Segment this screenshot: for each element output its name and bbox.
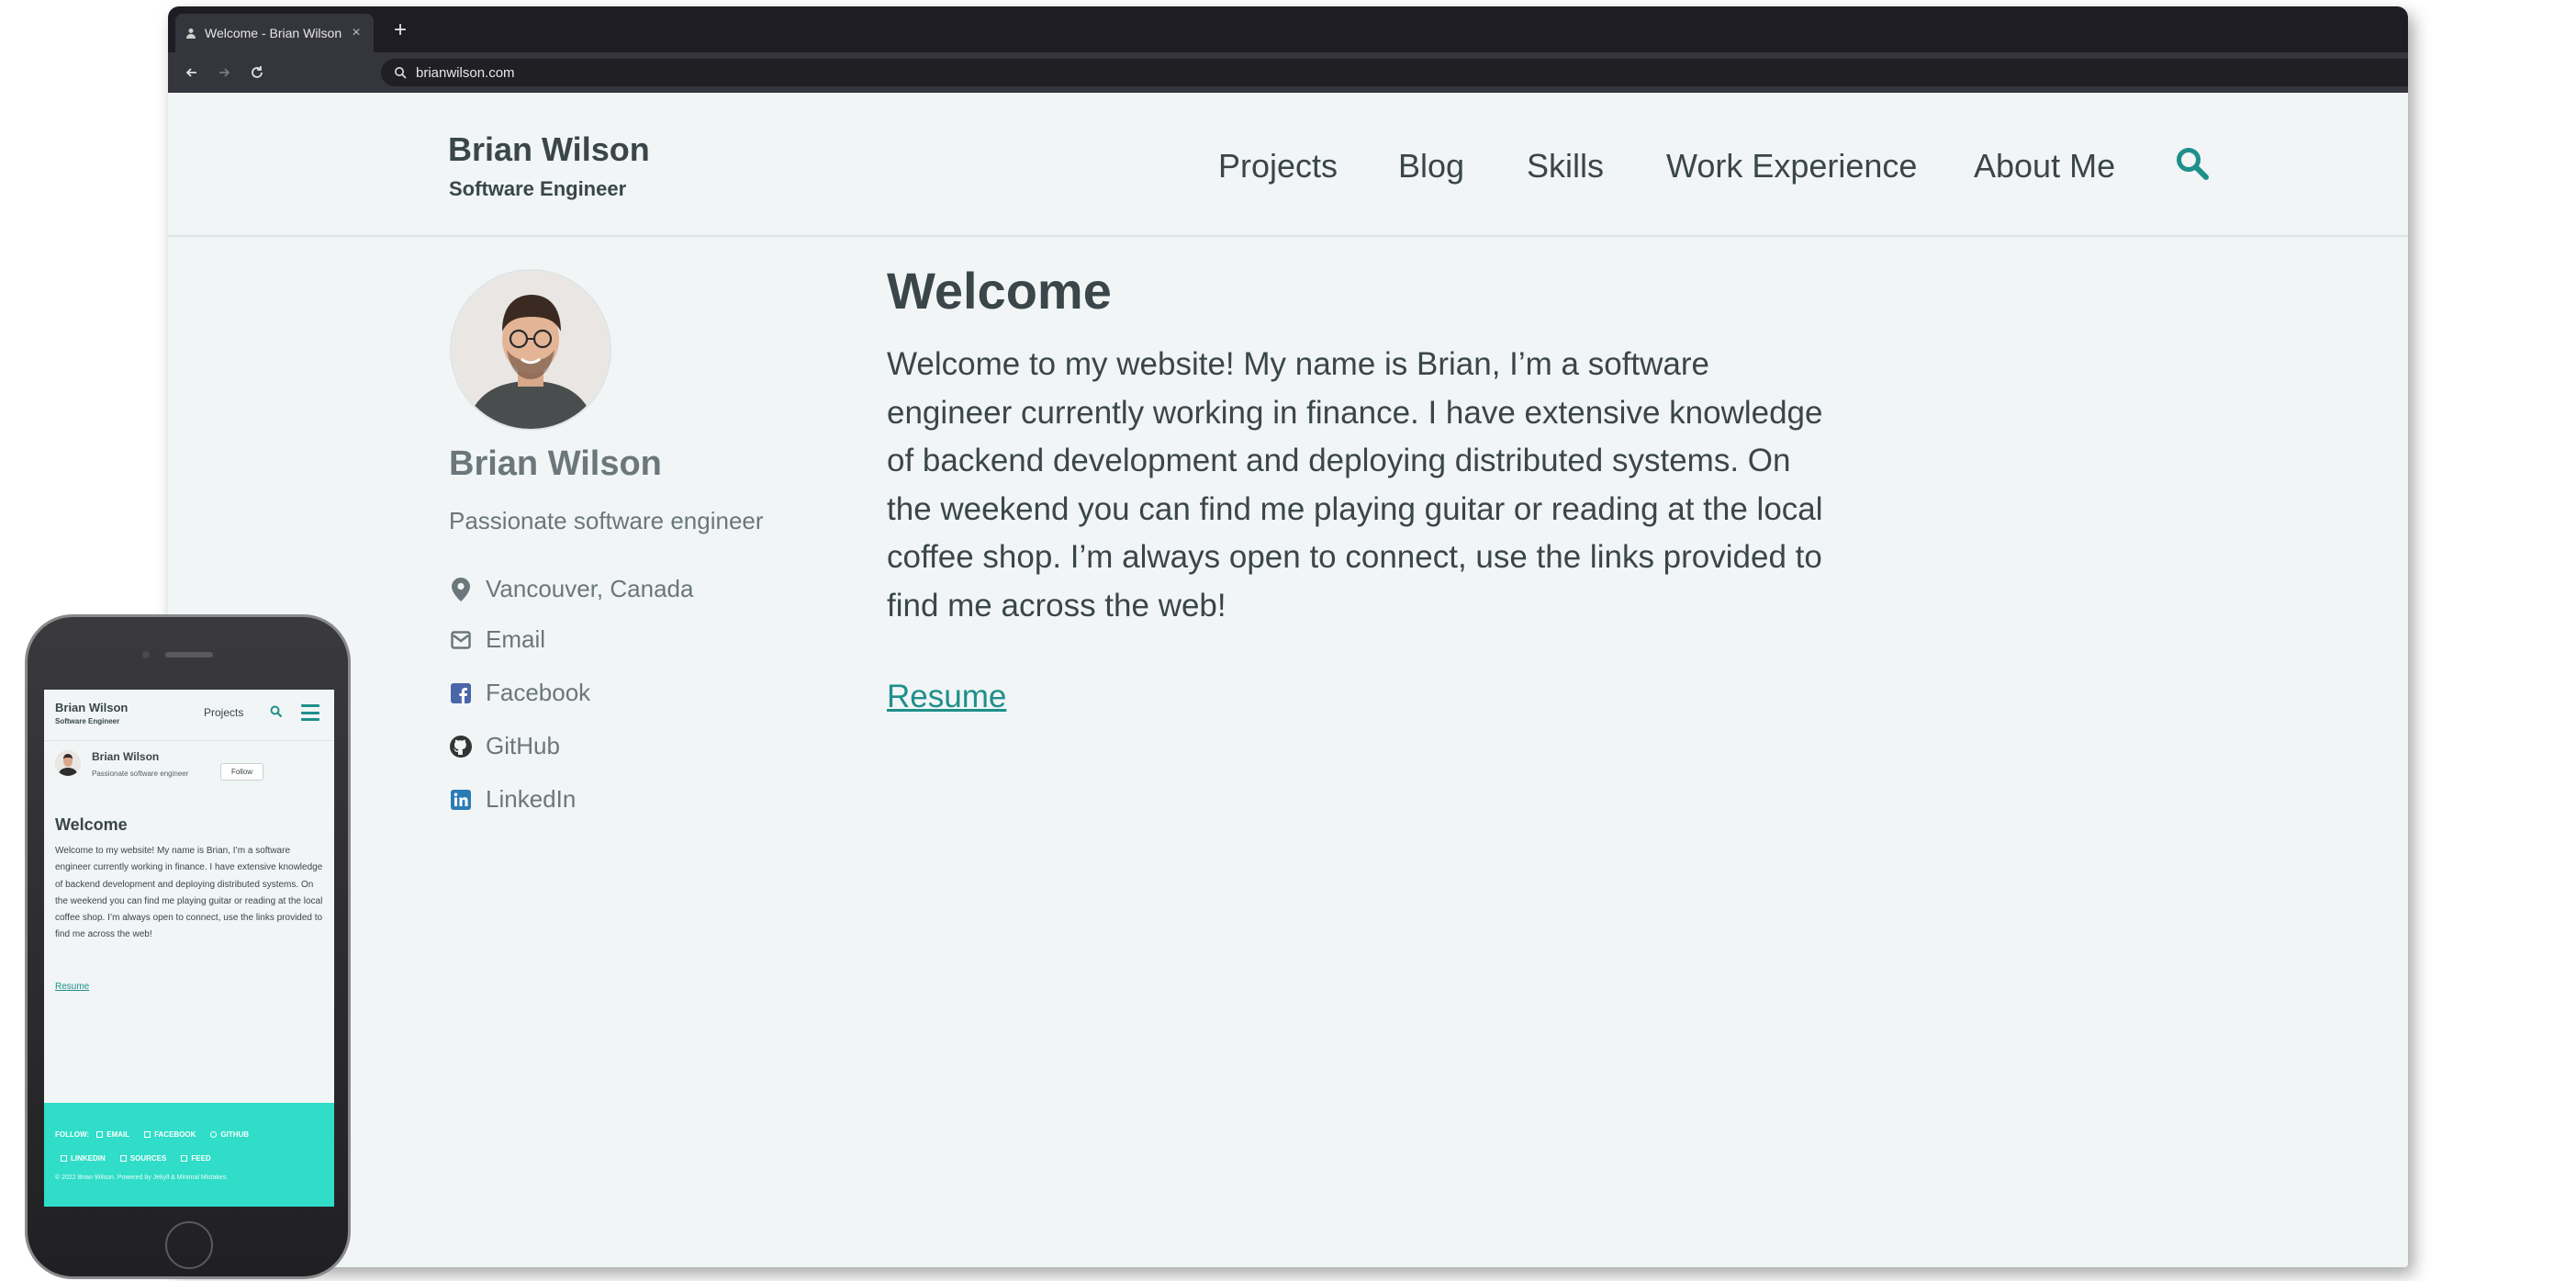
footer-sources-label: SOURCES [129,1154,167,1163]
tab-title: Welcome - Brian Wilson [205,26,342,40]
footer-copyright: © 2022 Brian Wilson. Powered by Jekyll &… [55,1174,229,1181]
reload-icon [252,66,263,78]
footer-linkedin-link[interactable]: LINKEDIN [61,1154,106,1163]
github-link[interactable]: GitHub [449,732,560,760]
author-location: Vancouver, Canada [449,575,693,603]
phone-home-button[interactable] [165,1221,213,1269]
phone-speaker [165,652,213,657]
nav-projects[interactable]: Projects [1218,147,1338,185]
email-link[interactable]: Email [449,625,545,654]
hamburger-menu-icon[interactable] [301,704,319,721]
email-label: Email [486,625,546,653]
facebook-icon [144,1131,151,1138]
forward-button[interactable] [210,59,238,86]
footer-email-link[interactable]: EMAIL [96,1130,129,1139]
site-search-button[interactable] [2172,143,2212,184]
footer-sources-link[interactable]: SOURCES [119,1154,167,1163]
mobile-author-bio: Passionate software engineer [92,770,189,778]
footer-email-label: EMAIL [106,1130,130,1139]
phone-camera [142,651,150,658]
site-title[interactable]: Brian Wilson [448,130,650,169]
url-text: brianwilson.com [416,64,515,81]
footer-feed-label: FEED [191,1154,211,1163]
sitemap-icon [119,1155,127,1162]
email-icon [96,1131,104,1138]
mobile-nav-projects[interactable]: Projects [204,706,243,719]
github-label: GitHub [486,732,560,759]
mobile-author-name: Brian Wilson [92,750,160,763]
arrow-right-icon [219,68,230,77]
facebook-label: Facebook [486,679,591,706]
avatar [450,269,611,431]
facebook-icon [449,681,473,705]
footer-follow-label: FOLLOW: [55,1130,90,1139]
web-page: Brian Wilson Software Engineer Projects … [168,93,2408,1267]
reload-button[interactable] [243,59,271,86]
footer-facebook-label: FACEBOOK [154,1130,196,1139]
back-button[interactable] [178,59,206,86]
close-tab-icon[interactable]: × [348,25,364,41]
footer-follow-row: FOLLOW: EMAIL FACEBOOK GITHUB [55,1130,263,1139]
mobile-search-button[interactable] [269,704,284,719]
mobile-avatar [55,750,81,776]
follow-button[interactable]: Follow [220,763,263,781]
nav-blog[interactable]: Blog [1398,147,1464,185]
footer-facebook-link[interactable]: FACEBOOK [144,1130,196,1139]
linkedin-label: LinkedIn [486,785,577,813]
mobile-resume-link[interactable]: Resume [55,982,89,992]
site-header: Brian Wilson Software Engineer Projects … [168,93,2408,237]
mobile-page-title: Welcome [55,815,128,834]
location-label: Vancouver, Canada [486,575,694,602]
nav-work-experience[interactable]: Work Experience [1666,147,1917,185]
github-icon [449,735,473,758]
arrow-left-icon [185,68,196,77]
browser-tab[interactable]: Welcome - Brian Wilson × [175,14,374,52]
search-icon [270,705,283,718]
linkedin-icon [449,788,473,812]
mobile-site-subtitle: Software Engineer [55,717,120,725]
footer-links-row: LINKEDIN SOURCES FEED [61,1154,226,1163]
mobile-footer: FOLLOW: EMAIL FACEBOOK GITHUB LINKEDIN S… [44,1103,334,1207]
mobile-site-title[interactable]: Brian Wilson [55,701,128,714]
location-pin-icon [449,577,473,601]
person-icon [185,27,197,39]
footer-github-link[interactable]: GITHUB [210,1130,249,1139]
github-icon [210,1131,218,1138]
address-bar[interactable]: brianwilson.com [381,59,2408,86]
author-name: Brian Wilson [449,444,662,483]
email-icon [449,628,473,652]
tab-bar: Welcome - Brian Wilson × + [168,6,2408,52]
page-title: Welcome [887,262,1112,320]
search-icon [2177,148,2209,180]
linkedin-icon [61,1155,67,1162]
nav-skills[interactable]: Skills [1527,147,1604,185]
author-bio: Passionate software engineer [449,507,764,534]
mobile-header: Brian Wilson Software Engineer Projects [44,690,334,741]
linkedin-link[interactable]: LinkedIn [449,785,576,814]
footer-linkedin-label: LINKEDIN [71,1154,106,1163]
phone-screen: Brian Wilson Software Engineer Projects … [44,690,334,1207]
footer-feed-link[interactable]: FEED [181,1154,211,1163]
footer-github-label: GITHUB [220,1130,250,1139]
new-tab-button[interactable]: + [386,17,414,45]
rss-icon [181,1155,188,1162]
nav-about-me[interactable]: About Me [1974,147,2115,185]
phone-mockup: Brian Wilson Software Engineer Projects … [25,614,351,1279]
search-icon [394,66,407,79]
facebook-link[interactable]: Facebook [449,679,590,707]
resume-link[interactable]: Resume [887,679,1006,715]
welcome-paragraph: Welcome to my website! My name is Brian,… [887,346,1823,624]
site-subtitle: Software Engineer [449,177,627,200]
mobile-welcome-paragraph: Welcome to my website! My name is Brian,… [55,846,323,940]
browser-window: Welcome - Brian Wilson × + brianwilson.c… [168,6,2408,1267]
browser-toolbar: brianwilson.com [168,52,2408,93]
